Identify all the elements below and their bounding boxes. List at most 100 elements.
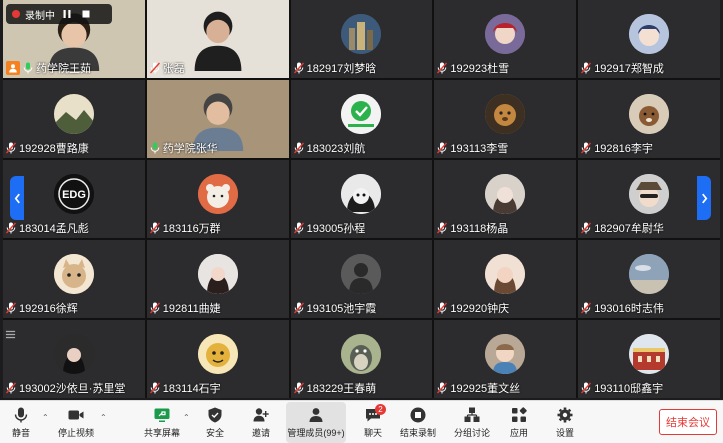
participant-name: 193002沙依旦·苏里堂 — [19, 383, 126, 395]
microphone-muted-icon — [581, 142, 592, 154]
participant-tile[interactable]: 183023刘航 — [290, 80, 433, 158]
stop-recording-icon[interactable] — [79, 7, 93, 21]
next-page-button[interactable] — [697, 176, 711, 220]
participant-name: 192916徐辉 — [19, 303, 78, 315]
pause-recording-icon[interactable] — [60, 7, 74, 21]
breakout-rooms-button[interactable]: 分组讨论 — [452, 402, 492, 443]
participant-name: 183014孟凡彪 — [19, 223, 89, 235]
stop-video-button[interactable]: 停止视频 — [56, 402, 96, 443]
microphone-muted-icon — [581, 382, 592, 394]
avatar: EDG — [53, 174, 94, 215]
participant-tile[interactable]: 183114石宇 — [146, 320, 289, 398]
participant-name-bar: 药学院王茹 — [6, 60, 91, 76]
apps-button[interactable]: 应用 — [502, 402, 536, 443]
participant-tile[interactable]: 192923杜雪 — [434, 0, 577, 78]
settings-button[interactable]: 设置 — [548, 402, 582, 443]
participant-tile[interactable]: 193002沙依旦·苏里堂 — [3, 320, 145, 398]
participant-name-bar: 192925董文丝 — [437, 380, 520, 396]
participant-tile[interactable]: 192916徐辉 — [3, 240, 145, 318]
participant-name-bar: 药学院张华 — [150, 140, 218, 156]
microphone-muted-icon — [149, 222, 160, 234]
participant-tile[interactable]: 193016时志伟 — [578, 240, 720, 318]
microphone-muted-icon — [293, 62, 304, 74]
avatar — [341, 174, 382, 215]
participant-name: 193110邸鑫宇 — [594, 383, 664, 395]
participant-tile[interactable]: 192811曲婕 — [146, 240, 289, 318]
participant-tile[interactable]: 药学院张华 — [146, 80, 289, 158]
participant-tile[interactable]: 183116万群 — [146, 160, 289, 238]
participant-name: 182917刘梦晗 — [306, 63, 377, 75]
avatar — [629, 174, 670, 215]
avatar — [341, 334, 382, 375]
recording-indicator[interactable]: 录制中 — [6, 4, 112, 24]
microphone-muted-icon — [437, 382, 448, 394]
microphone-muted-icon — [149, 382, 160, 394]
participant-name: 183116万群 — [162, 223, 221, 235]
previous-page-button[interactable] — [10, 176, 24, 220]
participant-name-bar: 192816李宇 — [581, 140, 653, 156]
avatar — [485, 174, 526, 215]
participant-tile[interactable]: 192920钟庆 — [434, 240, 577, 318]
chat-button[interactable]: 聊天 2 — [356, 402, 390, 443]
microphone-muted-icon — [437, 222, 448, 234]
share-screen-button[interactable]: 共享屏幕 — [143, 402, 181, 443]
members-icon — [309, 407, 323, 422]
avatar — [485, 254, 526, 295]
microphone-muted-icon — [437, 302, 448, 314]
participant-tile[interactable]: 192925董文丝 — [434, 320, 577, 398]
participant-tile[interactable]: 192917郑智成 — [578, 0, 720, 78]
participant-grid: 药学院王茹 张磊 182917刘梦晗 192923杜雪 192917郑智成 192928曹… — [3, 0, 720, 398]
participant-name: 192816李宇 — [594, 143, 653, 155]
security-button[interactable]: 安全 — [198, 402, 232, 443]
avatar — [629, 94, 670, 135]
list-view-toggle[interactable] — [2, 326, 18, 342]
participant-name-bar: 193113李雪 — [437, 140, 508, 156]
microphone-muted-icon — [6, 142, 16, 154]
participant-tile[interactable]: 193118杨晶 — [434, 160, 577, 238]
participant-name: 192811曲婕 — [162, 303, 221, 315]
participant-name: 药学院张华 — [162, 143, 218, 155]
manage-members-button[interactable]: 管理成员(99+) — [286, 401, 346, 443]
share-options-caret-icon[interactable]: ⌃ — [183, 413, 190, 422]
gear-icon — [557, 407, 573, 422]
mute-button[interactable]: 静音 — [4, 402, 38, 443]
participant-tile[interactable]: 193110邸鑫宇 — [578, 320, 720, 398]
participant-name: 张磊 — [162, 63, 185, 75]
security-label: 安全 — [205, 427, 224, 438]
participant-tile[interactable]: 192816李宇 — [578, 80, 720, 158]
chat-unread-badge: 2 — [375, 403, 386, 415]
apps-label: 应用 — [509, 427, 528, 438]
participant-name-bar: 183114石宇 — [149, 380, 221, 396]
add-user-icon — [253, 407, 269, 421]
participant-tile[interactable]: 183229王春萌 — [290, 320, 433, 398]
participant-tile[interactable]: 张磊 — [146, 0, 289, 78]
participant-name: 182907牟尉华 — [594, 223, 664, 235]
participant-tile[interactable]: 193005孙程 — [290, 160, 433, 238]
participant-tile[interactable]: EDG 183014孟凡彪 — [3, 160, 145, 238]
participant-name-bar: 192920钟庆 — [437, 300, 509, 316]
participant-tile[interactable]: 192928曹路康 — [3, 80, 145, 158]
avatar — [485, 334, 526, 375]
microphone-icon — [14, 407, 28, 422]
microphone-muted-icon — [6, 302, 16, 314]
participant-name-bar: 183014孟凡彪 — [6, 220, 89, 236]
participant-tile[interactable]: 193113李雪 — [434, 80, 577, 158]
invite-label: 邀请 — [251, 427, 270, 438]
microphone-muted-icon — [581, 302, 592, 314]
microphone-muted-icon — [581, 222, 592, 234]
microphone-muted-icon — [6, 222, 16, 234]
stop-video-label: 停止视频 — [57, 427, 94, 438]
participant-tile[interactable]: 182917刘梦晗 — [290, 0, 433, 78]
audio-options-caret-icon[interactable]: ⌃ — [42, 413, 49, 422]
avatar — [197, 174, 238, 215]
invite-button[interactable]: 邀请 — [244, 402, 278, 443]
participant-tile[interactable]: 193105池宇霞 — [290, 240, 433, 318]
manage-members-label: 管理成员(99+) — [287, 427, 345, 438]
chevron-left-icon — [14, 193, 20, 203]
participant-name: 192920钟庆 — [450, 303, 510, 315]
end-meeting-button[interactable]: 结束会议 — [659, 409, 717, 435]
end-recording-button[interactable]: 结束录制 — [398, 402, 438, 443]
list-icon — [5, 330, 15, 338]
video-options-caret-icon[interactable]: ⌃ — [100, 413, 107, 422]
avatar — [485, 14, 526, 55]
